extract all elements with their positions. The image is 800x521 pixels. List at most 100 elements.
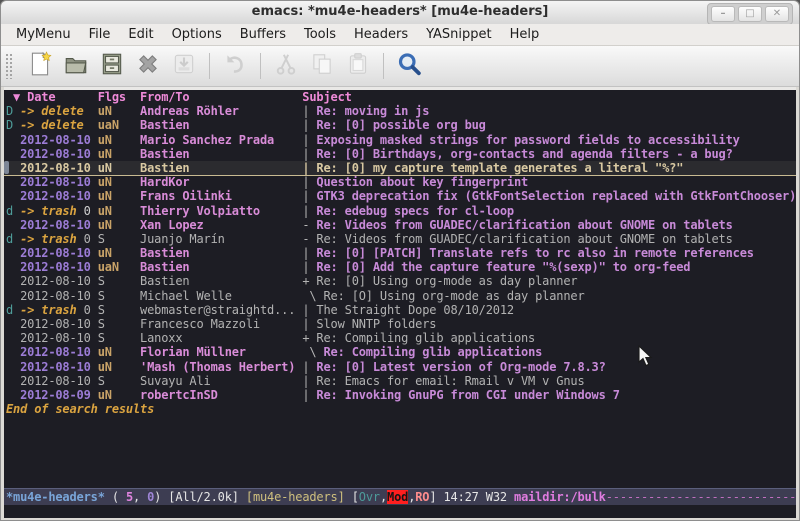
message-mark: [6, 133, 20, 147]
close-buffer-icon: [135, 51, 161, 81]
paste-button: [342, 50, 374, 82]
mu4e-headers-buffer[interactable]: ▼ Date Flgs From/To Subject D -> delete …: [4, 90, 798, 518]
modeline-buffer: *mu4e-headers*: [6, 490, 105, 504]
message-flags: uN: [98, 388, 140, 402]
message-row[interactable]: 2012-08-10 uaN Bastien | Re: [0] Add the…: [4, 260, 798, 274]
message-date: 2012-08-10: [20, 175, 98, 189]
frame-edge-left: [1, 87, 4, 521]
new-file-button[interactable]: [24, 50, 56, 82]
message-row[interactable]: D -> delete uN Andreas Röhler | Re: movi…: [4, 104, 798, 118]
titlebar[interactable]: emacs: *mu4e-headers* [mu4e-headers] –□✕: [1, 1, 799, 25]
minibuffer[interactable]: [4, 505, 798, 518]
message-row[interactable]: 2012-08-10 S Francesco Mazzoli | Slow NN…: [4, 317, 798, 331]
message-row[interactable]: 2012-08-10 uN Mario Sanchez Prada | Expo…: [4, 133, 798, 147]
message-row[interactable]: 2012-08-10 S Michael Welle \ Re: [O] Usi…: [4, 289, 798, 303]
message-row[interactable]: 2012-08-10 uN Bastien | Re: [0] [PATCH] …: [4, 246, 798, 260]
message-flags: uaN: [98, 260, 140, 274]
message-subject: Re: [0] possible org bug: [316, 118, 485, 132]
thread-indicator: \: [302, 289, 323, 303]
menu-headers[interactable]: Headers: [345, 25, 417, 44]
modeline-plain: ,: [408, 490, 415, 504]
message-from: Frans Oilinki: [140, 189, 302, 203]
modeline-plain: ,: [380, 490, 387, 504]
message-mark: [6, 218, 20, 232]
modeline-khaki: [mu4e-headers]: [246, 490, 352, 504]
message-date: 2012-08-10: [20, 147, 98, 161]
message-row[interactable]: 2012-08-10 uN Xan Lopez - Re: Videos fro…: [4, 218, 798, 232]
message-mark: [6, 189, 20, 203]
thread-indicator: |: [302, 317, 316, 331]
message-row[interactable]: 2012-08-09 uN robertcInSD | Re: Invoking…: [4, 388, 798, 402]
modeline-maildir: maildir:/bulk: [514, 490, 606, 504]
menu-help[interactable]: Help: [501, 25, 549, 44]
cut-button: [270, 50, 302, 82]
modeline-plain: (: [105, 490, 126, 504]
message-flags: S: [98, 232, 140, 246]
message-from: 'Mash (Thomas Herbert): [140, 360, 302, 374]
message-from: Mario Sanchez Prada: [140, 133, 302, 147]
message-row[interactable]: 2012-08-10 uN Florian Müllner \ Re: Comp…: [4, 345, 798, 359]
menu-edit[interactable]: Edit: [119, 25, 162, 44]
scrollbar-thumb[interactable]: [4, 161, 9, 174]
thread-indicator: +: [302, 274, 316, 288]
modeline-plain: ): [154, 490, 168, 504]
menu-file[interactable]: File: [80, 25, 120, 44]
message-row[interactable]: d -> trash 0 S webmaster@straightd... | …: [4, 303, 798, 317]
search-button[interactable]: [393, 50, 425, 82]
menu-tools[interactable]: Tools: [295, 25, 345, 44]
thread-indicator: |: [302, 388, 316, 402]
toolbar-grip-handle[interactable]: [5, 53, 14, 79]
message-flags: S: [98, 303, 140, 317]
message-action: -> trash: [20, 232, 76, 246]
modeline-dashes: ----------------------------: [606, 490, 798, 504]
message-subject: Re: Emacs for email: Rmail v VM v Gnus: [316, 374, 584, 388]
paste-icon: [345, 51, 371, 81]
message-row[interactable]: 2012-08-10 S Suvayu Ali | Re: Emacs for …: [4, 374, 798, 388]
thread-indicator: |: [302, 246, 316, 260]
message-row[interactable]: d -> trash 0 S Juanjo Marín - Re: Videos…: [4, 232, 798, 246]
message-from: robertcInSD: [140, 388, 302, 402]
message-flags: S: [98, 317, 140, 331]
message-row[interactable]: 2012-08-10 uN Bastien | Re: [0] Birthday…: [4, 147, 798, 161]
toolbar-separator: [383, 53, 384, 79]
message-mark: [6, 374, 20, 388]
message-row[interactable]: 2012-08-10 S Bastien + Re: [0] Using org…: [4, 274, 798, 288]
message-row[interactable]: D -> delete uaN Bastien | Re: [0] possib…: [4, 118, 798, 132]
message-row[interactable]: 2012-08-10 uN HardKor | Question about k…: [4, 175, 798, 189]
message-row[interactable]: 2012-08-10 uN Frans Oilinki | GTK3 depre…: [4, 189, 798, 203]
message-subject: GTK3 deprecation fix (GtkFontSelection r…: [316, 189, 796, 203]
open-folder-button[interactable]: [60, 50, 92, 82]
message-mark: d: [6, 303, 20, 317]
message-row[interactable]: 2012-08-10 uN Bastien | Re: [0] my captu…: [4, 161, 798, 175]
message-mark: [6, 360, 20, 374]
message-date: 2012-08-10: [20, 317, 98, 331]
menu-buffers[interactable]: Buffers: [231, 25, 295, 44]
message-from: Lanoxx: [140, 331, 302, 345]
modeline-plain: ]: [429, 490, 443, 504]
message-row[interactable]: 2012-08-10 uN 'Mash (Thomas Herbert) | R…: [4, 360, 798, 374]
message-action: -> delete: [20, 118, 84, 132]
close-buffer-button[interactable]: [132, 50, 164, 82]
message-subject: Re: Compiling glib applications: [323, 345, 542, 359]
menu-yasnippet[interactable]: YASnippet: [417, 25, 501, 44]
message-mark: [6, 260, 20, 274]
maximize-button[interactable]: □: [738, 6, 762, 22]
menu-mymenu[interactable]: MyMenu: [7, 25, 80, 44]
thread-indicator: -: [302, 218, 316, 232]
message-date: 2012-08-10: [20, 260, 98, 274]
message-subject: Re: [0] Latest version of Org-mode 7.8.3…: [316, 360, 605, 374]
message-subject: Slow NNTP folders: [316, 317, 436, 331]
message-from: Andreas Röhler: [140, 104, 302, 118]
message-row[interactable]: 2012-08-10 S Lanoxx + Re: Compiling glib…: [4, 331, 798, 345]
toolbar: [1, 46, 799, 87]
message-row[interactable]: d -> trash 0 uN Thierry Volpiatto | Re: …: [4, 204, 798, 218]
modeline-plain: ,: [133, 490, 147, 504]
minimize-button[interactable]: –: [711, 6, 735, 22]
maximize-icon: □: [745, 9, 754, 19]
menu-bar: MyMenuFileEditOptionsBuffersToolsHeaders…: [1, 24, 799, 46]
close-button[interactable]: ✕: [765, 6, 789, 22]
menu-options[interactable]: Options: [163, 25, 231, 44]
save-archive-button[interactable]: [96, 50, 128, 82]
window-controls: –□ ✕: [707, 3, 793, 25]
message-flags: uN: [98, 161, 140, 175]
